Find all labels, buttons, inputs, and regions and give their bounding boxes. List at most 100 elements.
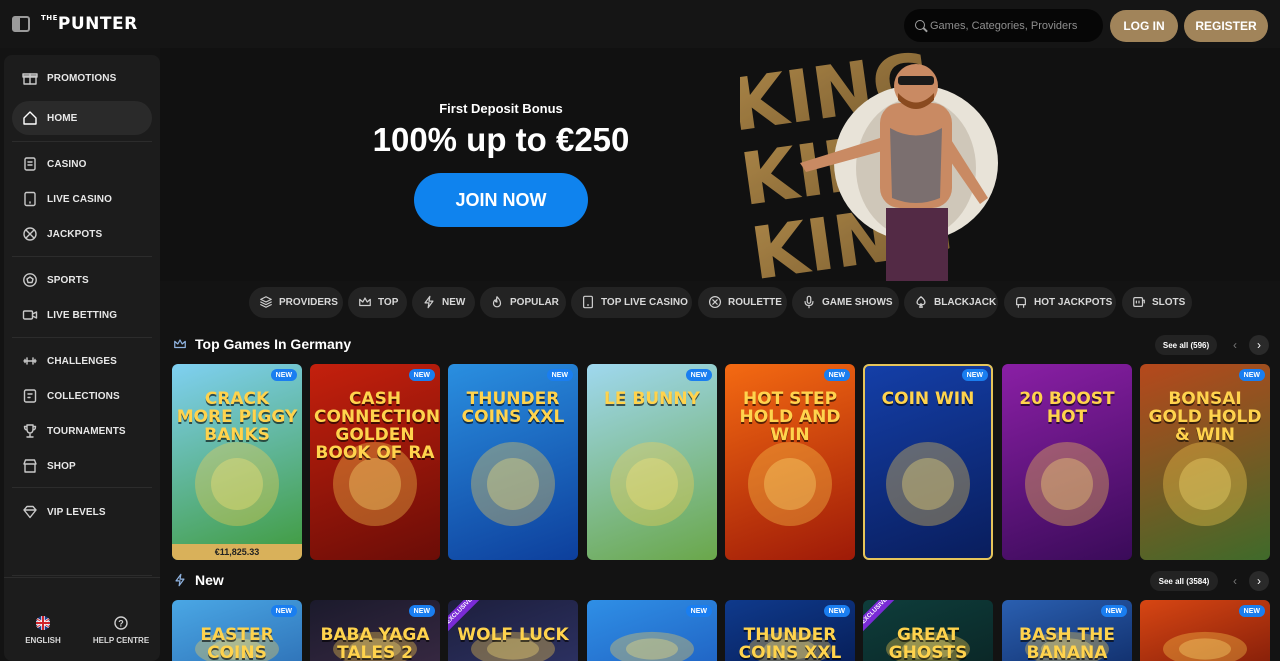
top-bar: THEPUNTER LOG IN REGISTER (0, 0, 1280, 48)
spade-icon (916, 296, 926, 308)
new-badge: NEW (1100, 605, 1127, 617)
category-chip-label: NEW (442, 297, 466, 308)
live-bet-icon (22, 310, 38, 320)
game-tile[interactable]: LE BUNNY NEW (587, 364, 717, 560)
sidebar-item-live-betting[interactable]: LIVE BETTING (12, 298, 152, 332)
sidebar-item-casino[interactable]: CASINO (12, 147, 152, 181)
hero-title: 100% up to €250 (372, 121, 630, 158)
carousel-next-icon[interactable]: › (1249, 571, 1269, 591)
sidebar-item-vip-levels[interactable]: VIP LEVELS (12, 495, 152, 529)
language-selector[interactable]: ENGLISH (4, 578, 82, 661)
game-title: COIN WIN (881, 389, 975, 409)
category-chip-hot-jackpots[interactable]: HOT JACKPOTS (1004, 287, 1116, 318)
game-tile[interactable]: BASH THE BANANA STASH NEW (1002, 600, 1132, 661)
category-chip-slots[interactable]: SLOTS (1122, 287, 1192, 318)
login-button[interactable]: LOG IN (1110, 10, 1178, 42)
search-input[interactable] (930, 9, 1098, 42)
roulette-icon (708, 295, 722, 309)
sidebar-item-label: CHALLENGES (47, 355, 117, 367)
game-tile[interactable]: 20 BOOST HOT (1002, 364, 1132, 560)
sidebar-toggle-icon[interactable] (12, 16, 30, 32)
microphone-icon (804, 295, 814, 309)
game-tile[interactable]: HOT STEP HOLD AND WIN NEW (725, 364, 855, 560)
sidebar-item-tournaments[interactable]: TOURNAMENTS (12, 414, 152, 448)
register-button[interactable]: REGISTER (1184, 10, 1268, 42)
game-tile[interactable]: WOLF LUCK EXCLUSIVE (448, 600, 578, 661)
svg-text:?: ? (118, 619, 124, 629)
game-title: EASTER COINS (200, 625, 274, 661)
category-chip-popular[interactable]: POPULAR (480, 287, 566, 318)
game-tile[interactable]: THUNDER COINS XXL NEW (448, 364, 578, 560)
game-tile[interactable]: BABA YAGA TALES 2 NEW (310, 600, 440, 661)
game-tile[interactable]: GREAT GHOSTS EXCLUSIVE (863, 600, 993, 661)
sidebar-item-challenges[interactable]: CHALLENGES (12, 344, 152, 378)
new-badge: NEW (685, 605, 712, 617)
carousel-prev-icon[interactable]: ‹ (1225, 335, 1245, 355)
sidebar-item-label: COLLECTIONS (47, 390, 120, 402)
category-chip-top-live-casino[interactable]: TOP LIVE CASINO (571, 287, 692, 318)
help-icon: ? (114, 616, 128, 630)
sidebar-item-label: LIVE BETTING (47, 309, 118, 321)
language-label: ENGLISH (25, 636, 61, 645)
search-icon (915, 20, 925, 30)
category-chip-label: POPULAR (510, 297, 559, 308)
game-tile[interactable]: THUNDER COINS XXL MULTICOIN NEW (725, 600, 855, 661)
sidebar: PROMOTIONS HOME CASINO LIVE CASINO JACKP… (4, 55, 160, 661)
collection-icon (23, 389, 37, 403)
new-badge: NEW (270, 369, 297, 381)
sidebar-item-jackpots[interactable]: JACKPOTS (12, 217, 152, 251)
carousel-next-icon[interactable]: › (1249, 335, 1269, 355)
sidebar-item-promotions[interactable]: PROMOTIONS (12, 61, 152, 95)
game-tile[interactable]: EASTER COINS NEW (172, 600, 302, 661)
lightning-icon (424, 295, 434, 309)
category-chip-providers[interactable]: PROVIDERS (249, 287, 343, 318)
category-chip-top[interactable]: TOP (348, 287, 407, 318)
sidebar-item-label: SHOP (47, 460, 76, 472)
search-bar[interactable] (904, 9, 1103, 42)
game-tile[interactable]: CASH CONNECTION GOLDEN BOOK OF RA NEW (310, 364, 440, 560)
shop-icon (23, 459, 37, 473)
help-label: HELP CENTRE (92, 636, 150, 645)
category-chip-blackjack[interactable]: BLACKJACK (904, 287, 998, 318)
category-chip-label: HOT JACKPOTS (1034, 297, 1113, 308)
category-chip-roulette[interactable]: ROULETTE (698, 287, 787, 318)
sidebar-item-label: TOURNAMENTS (47, 425, 126, 437)
game-tile[interactable]: CRACK MORE PIGGY BANKS NEW €11,825.33 (172, 364, 302, 560)
gift-icon (22, 73, 38, 85)
join-now-button[interactable]: JOIN NOW (414, 173, 588, 227)
live-card-icon (24, 191, 36, 207)
sidebar-item-label: VIP LEVELS (47, 506, 106, 518)
category-chip-label: GAME SHOWS (822, 297, 893, 308)
uk-flag-icon (36, 616, 50, 630)
sidebar-divider (12, 575, 152, 576)
game-tile[interactable]: COIN WIN NEW (863, 364, 993, 560)
crown-icon (174, 339, 186, 349)
game-tile[interactable]: BONSAI GOLD HOLD & WIN NEW (1140, 364, 1270, 560)
see-all-button[interactable]: See all (596) (1155, 335, 1217, 355)
sidebar-item-collections[interactable]: COLLECTIONS (12, 379, 152, 413)
category-chip-game-shows[interactable]: GAME SHOWS (792, 287, 899, 318)
new-badge: NEW (823, 369, 850, 381)
carousel-prev-icon[interactable]: ‹ (1225, 571, 1245, 591)
game-tile[interactable]: NEW (1140, 600, 1270, 661)
sidebar-item-sports[interactable]: SPORTS (12, 263, 152, 297)
game-tile[interactable]: NEW (587, 600, 717, 661)
game-title: LE BUNNY (604, 389, 700, 409)
hot-jackpot-icon (1016, 297, 1026, 308)
sidebar-divider (12, 337, 152, 338)
category-chip-label: ROULETTE (728, 297, 782, 308)
sidebar-item-live-casino[interactable]: LIVE CASINO (12, 182, 152, 216)
sidebar-divider (12, 487, 152, 488)
game-title: CRACK MORE PIGGY BANKS (176, 389, 298, 445)
category-chip-new[interactable]: NEW (412, 287, 475, 318)
jackpot-icon (23, 227, 37, 241)
category-chip-label: TOP (378, 297, 399, 308)
see-all-button[interactable]: See all (3584) (1150, 571, 1218, 591)
game-title: GREAT GHOSTS (888, 625, 968, 661)
sidebar-item-shop[interactable]: SHOP (12, 449, 152, 483)
category-chip-label: SLOTS (1152, 297, 1186, 308)
help-centre-link[interactable]: ? HELP CENTRE (82, 578, 160, 661)
sidebar-item-home[interactable]: HOME (12, 101, 152, 135)
logo[interactable]: THEPUNTER (41, 14, 138, 34)
hero-banner[interactable]: First Deposit Bonus 100% up to €250 JOIN… (160, 48, 1280, 281)
